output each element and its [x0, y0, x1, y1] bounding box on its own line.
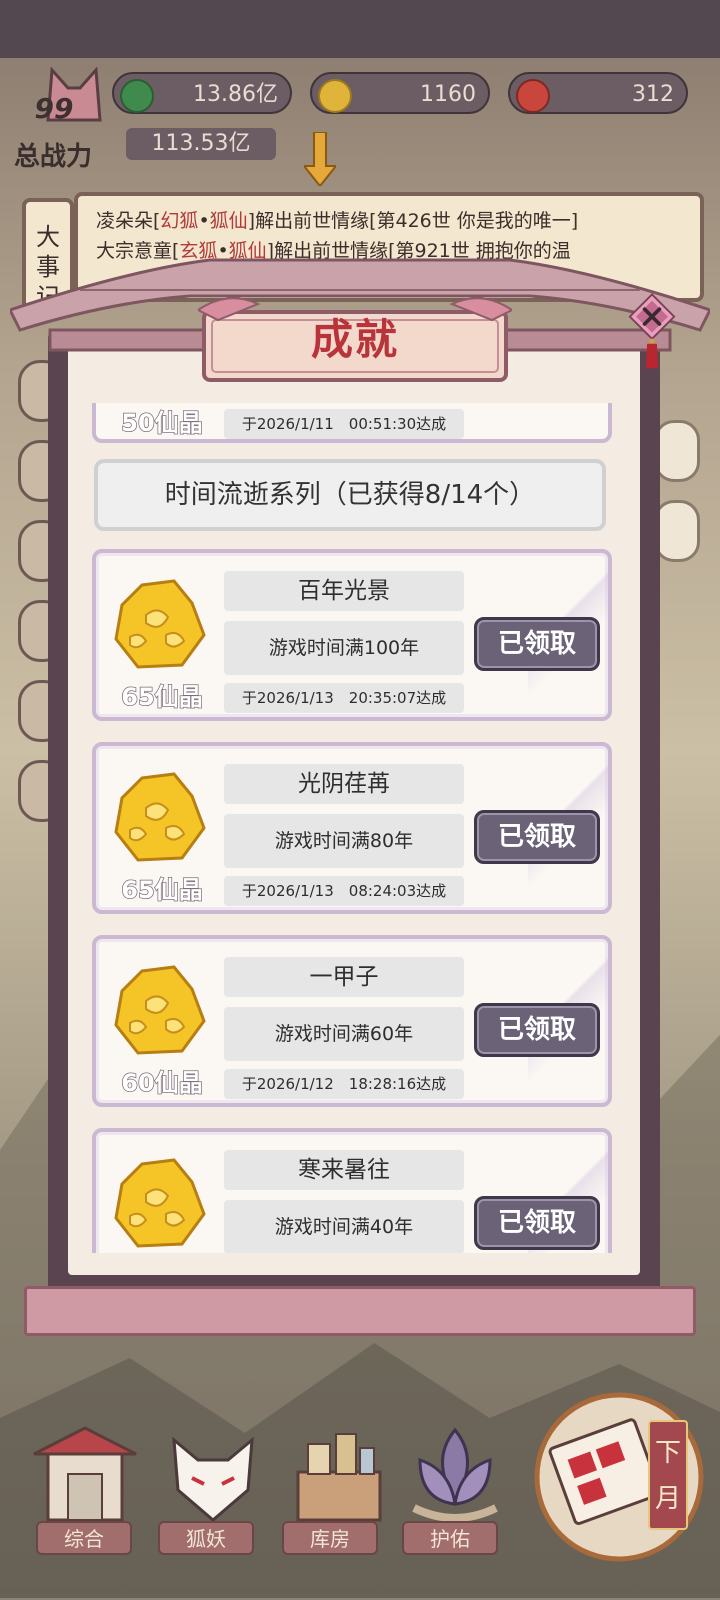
modal-title: 成就: [310, 315, 399, 364]
spirit-crystal-icon: [114, 1158, 206, 1248]
panel-base: [24, 1286, 696, 1336]
news-highlight: 幻狐: [160, 210, 199, 232]
combat-power-value: 113.53亿: [126, 128, 276, 160]
achieved-date: 于2026/1/13 20:35:07达成: [224, 683, 464, 713]
achievement-title: 一甲子: [224, 957, 464, 997]
series-header: 时间流逝系列（已获得8/14个）: [94, 459, 606, 531]
achievement-card: 65仙晶 百年光景 游戏时间满100年 于2026/1/13 20:35:07达…: [92, 549, 612, 721]
nav-storehouse[interactable]: 库房: [282, 1521, 378, 1555]
gold-ingot-icon: [318, 79, 352, 113]
achievement-title: 光阴荏苒: [224, 764, 464, 804]
nav-fox-spirits[interactable]: 狐妖: [158, 1521, 254, 1555]
achievement-list[interactable]: 50仙晶 于2026/1/11 00:51:30达成 时间流逝系列（已获得8/1…: [88, 403, 620, 1253]
claimed-button[interactable]: 已领取: [474, 1196, 600, 1250]
reward-amount: 65仙晶: [121, 875, 204, 905]
achievement-description: 游戏时间满80年: [224, 814, 464, 868]
claimed-button[interactable]: 已领取: [474, 1003, 600, 1057]
achievement-card: 65仙晶 光阴荏苒 游戏时间满80年 于2026/1/13 08:24:03达成…: [92, 742, 612, 914]
achievement-description: 游戏时间满100年: [224, 621, 464, 675]
news-highlight: 狐仙: [209, 210, 248, 232]
combat-power-label: 总战力: [14, 142, 93, 172]
claimed-button[interactable]: 已领取: [474, 810, 600, 864]
next-month-button[interactable]: 下月: [648, 1420, 688, 1530]
achievement-card: 60仙晶 一甲子 游戏时间满60年 于2026/1/12 18:28:16达成 …: [92, 935, 612, 1107]
fruit-icon: [516, 79, 550, 113]
jade-icon: [120, 79, 154, 113]
resource-jade-value: 13.86亿: [193, 82, 278, 107]
spirit-crystal-icon: [114, 772, 206, 862]
achievement-card: 寒来暑往 游戏时间满40年 已领取: [92, 1128, 612, 1253]
achievement-title: 百年光景: [224, 571, 464, 611]
achieved-date: 于2026/1/13 08:24:03达成: [224, 876, 464, 906]
reward-amount: 50仙晶: [121, 408, 204, 438]
status-bar: [0, 0, 720, 58]
side-menu-button[interactable]: [654, 420, 700, 482]
achievement-title: 寒来暑往: [224, 1150, 464, 1190]
achieved-date: 于2026/1/12 18:28:16达成: [224, 1069, 464, 1099]
achieved-date: 于2026/1/11 00:51:30达成: [224, 409, 464, 439]
resource-fruit-value: 312: [632, 82, 674, 107]
nav-blessing[interactable]: 护佑: [402, 1521, 498, 1555]
resource-gold[interactable]: 1160: [310, 72, 490, 114]
lotus-icon: [412, 1427, 498, 1522]
nav-general[interactable]: 综合: [36, 1521, 132, 1555]
resource-gold-value: 1160: [420, 82, 476, 107]
achievement-description: 游戏时间满40年: [224, 1200, 464, 1253]
side-menu-button[interactable]: [654, 500, 700, 562]
resource-jade[interactable]: 13.86亿: [112, 72, 292, 114]
storehouse-icon: [296, 1433, 382, 1522]
spirit-crystal-icon: [114, 965, 206, 1055]
close-icon[interactable]: [612, 292, 692, 372]
claimed-button[interactable]: 已领取: [474, 617, 600, 671]
spirit-crystal-icon: [114, 579, 206, 669]
news-text: 凌朵朵[: [96, 210, 161, 232]
player-level: 99: [34, 92, 74, 125]
achievement-card: 50仙晶 于2026/1/11 00:51:30达成: [92, 403, 612, 443]
gate-icon: [33, 1426, 137, 1522]
achievement-description: 游戏时间满60年: [224, 1007, 464, 1061]
fox-mask-icon: [172, 1436, 254, 1522]
news-text: ]解出前世情缘[第426世 你是我的唯一]: [247, 210, 579, 232]
resource-fruit[interactable]: 312: [508, 72, 688, 114]
reward-amount: 65仙晶: [121, 682, 204, 712]
down-arrow-icon: [304, 132, 336, 186]
reward-amount: 60仙晶: [121, 1068, 204, 1098]
news-text: •: [198, 210, 210, 232]
